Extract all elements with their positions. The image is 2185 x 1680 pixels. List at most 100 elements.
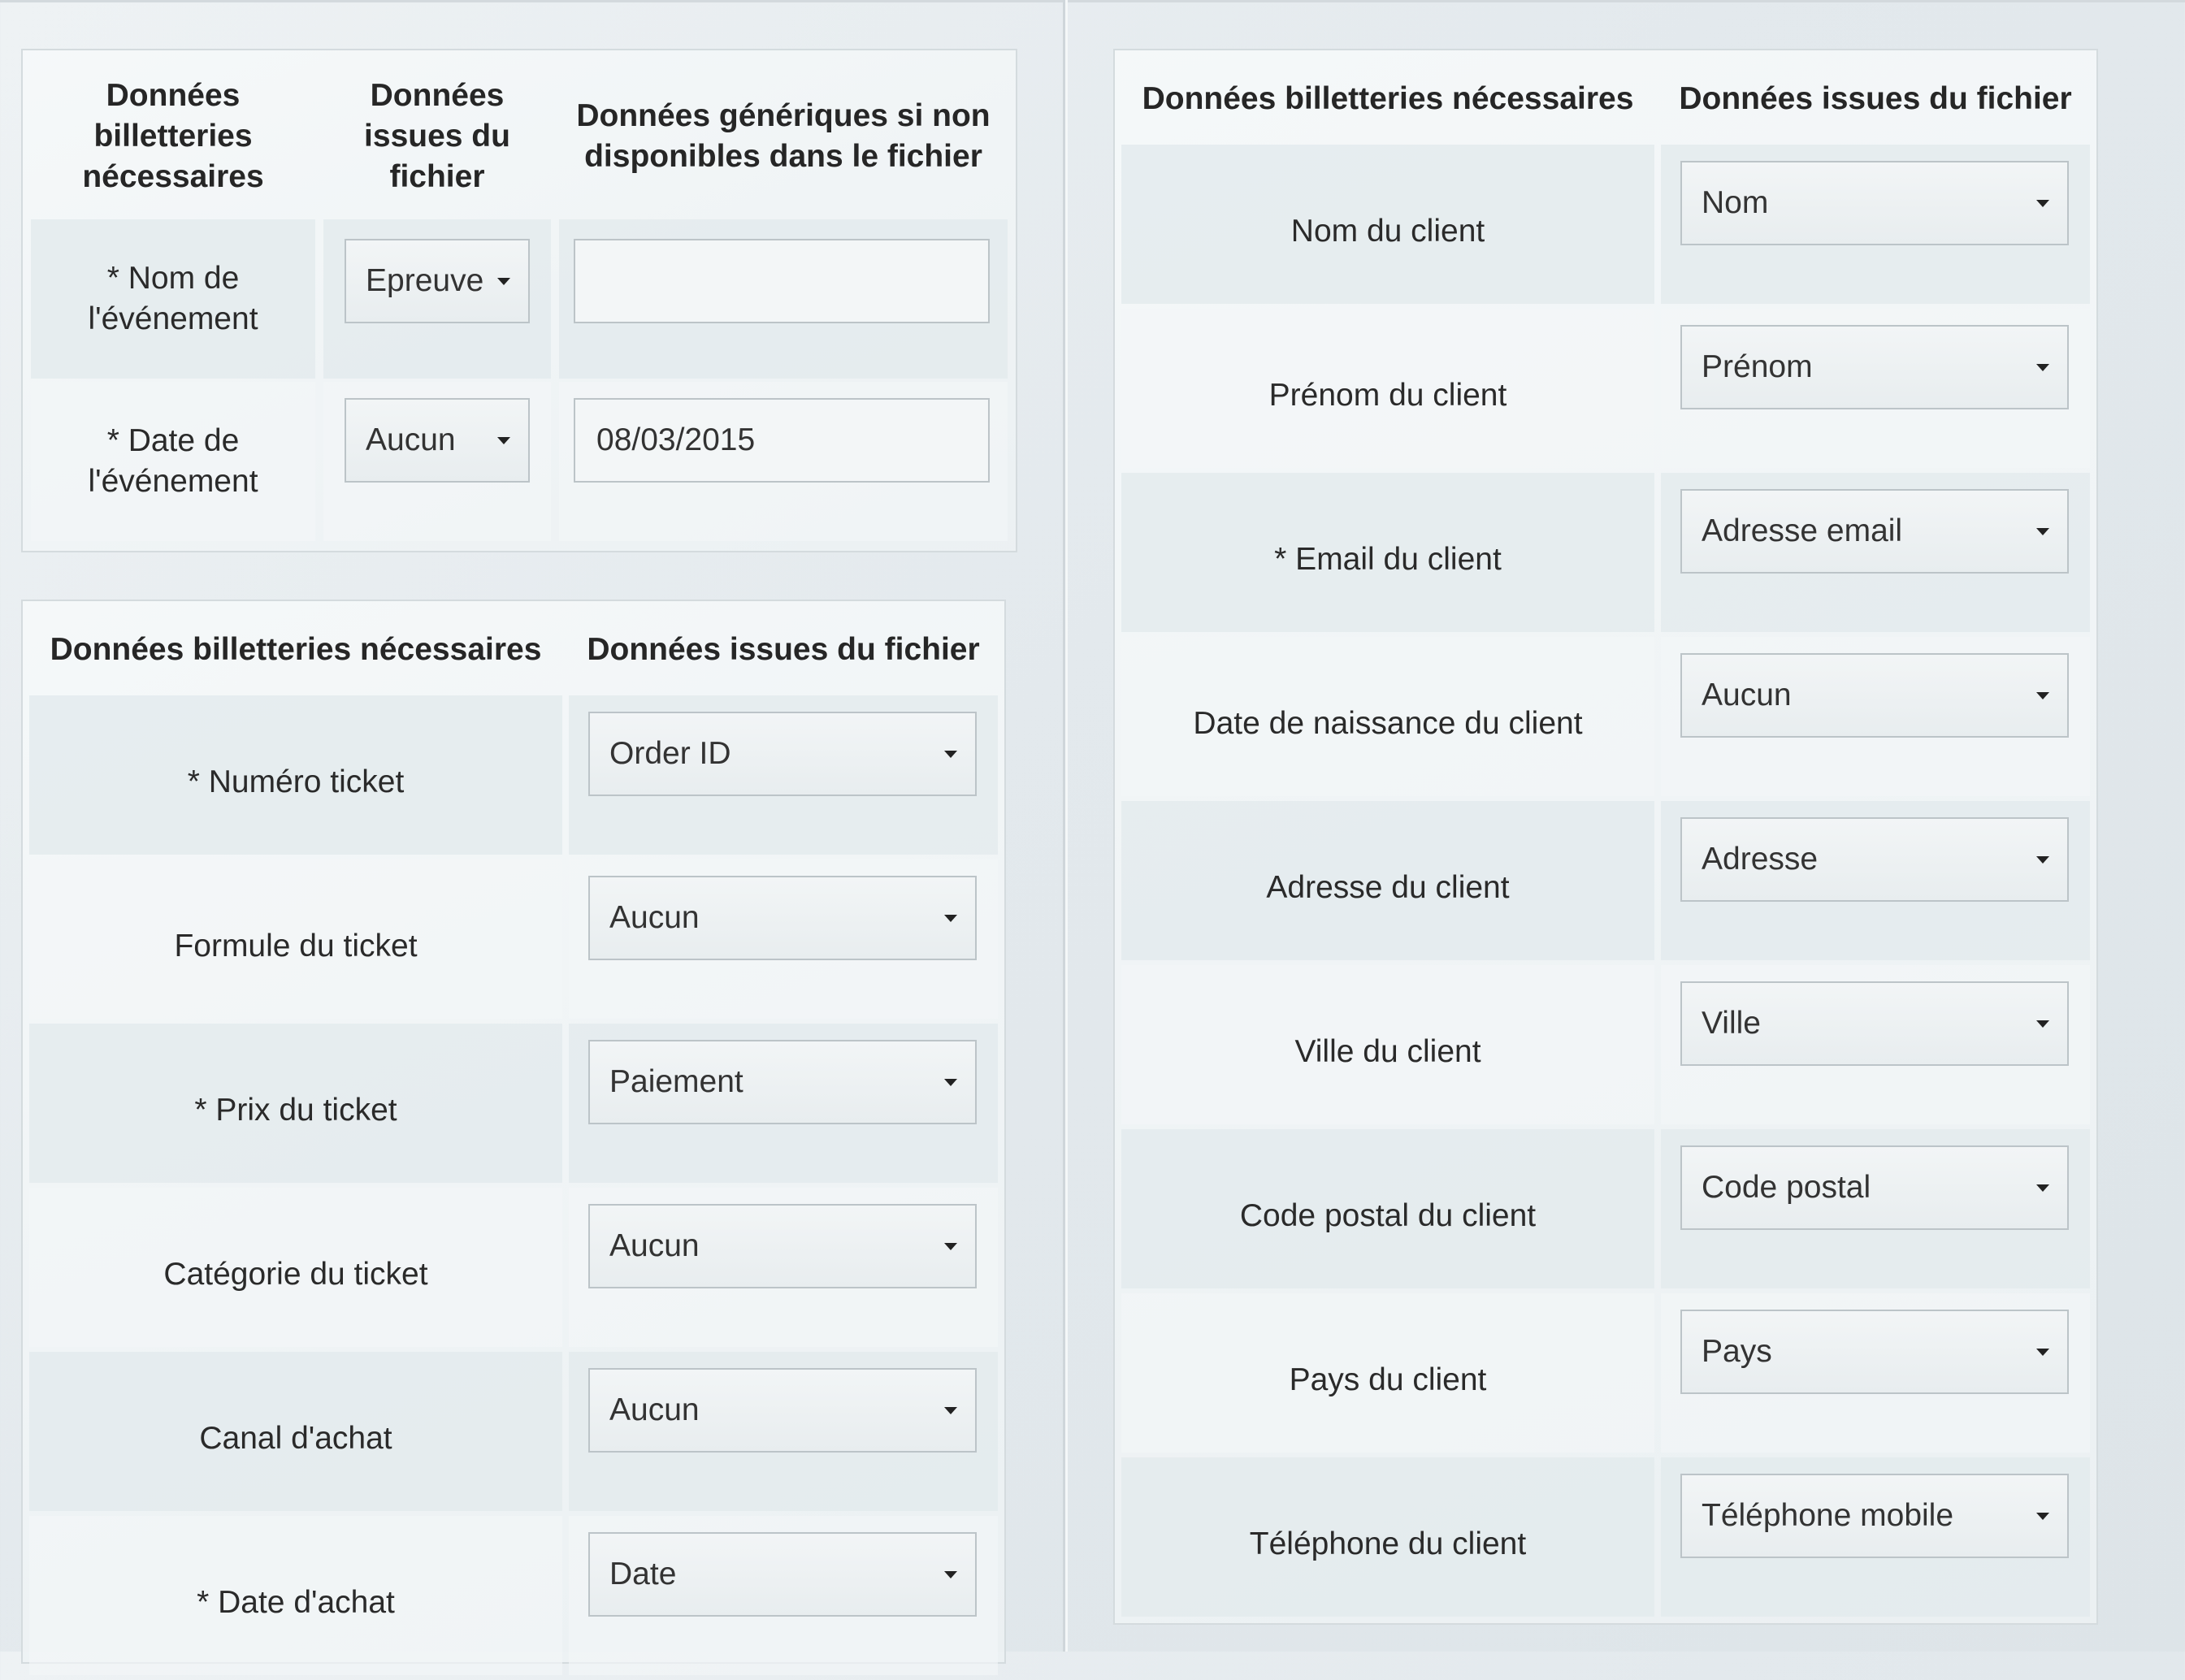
select-value: Epreuve (366, 263, 484, 298)
client-field-select-4[interactable]: Adresse (1680, 817, 2069, 902)
caret-down-icon (2036, 199, 2049, 207)
table-row: * Prix du ticket Paiement (29, 1024, 998, 1183)
row-label: Téléphone du client (1249, 1526, 1527, 1561)
row-label: * Numéro ticket (187, 764, 405, 799)
header-required-data: Données billetteries nécessaires (50, 632, 542, 667)
event-name-select[interactable]: Epreuve (345, 239, 530, 323)
caret-down-icon (944, 750, 957, 758)
row-label: * Email du client (1274, 542, 1502, 577)
row-label: Formule du ticket (174, 929, 418, 963)
row-label: Ville du client (1294, 1034, 1481, 1069)
ticket-field-select-3[interactable]: Aucun (588, 1204, 977, 1288)
event-mapping-panel: Données billetteries nécessaires Données… (21, 49, 1017, 552)
table-row: Catégorie du ticket Aucun (29, 1188, 998, 1347)
client-field-select-0[interactable]: Nom (1680, 161, 2069, 245)
caret-down-icon (944, 1242, 957, 1250)
table-row: Nom du client Nom (1121, 145, 2090, 304)
caret-down-icon (944, 1078, 957, 1086)
select-value: Aucun (366, 422, 456, 457)
caret-down-icon (944, 1406, 957, 1414)
select-value: Adresse (1702, 842, 1819, 877)
event-date-generic-input[interactable]: 08/03/2015 (574, 398, 990, 483)
row-label: Nom du client (1290, 214, 1485, 249)
table-row: * Email du client Adresse email (1121, 473, 2090, 632)
select-value: Aucun (609, 1228, 700, 1263)
select-value: Téléphone mobile (1702, 1498, 1954, 1533)
table-row: * Date de l'événement Aucun 08/03/2015 (31, 382, 1008, 541)
top-border (0, 0, 2185, 2)
caret-down-icon (2036, 1348, 2049, 1356)
row-label: Date de naissance du client (1193, 706, 1583, 741)
table-row: * Numéro ticket Order ID (29, 695, 998, 855)
table-row: Formule du ticket Aucun (29, 859, 998, 1019)
ticket-field-select-4[interactable]: Aucun (588, 1368, 977, 1453)
select-value: Ville (1702, 1006, 1761, 1041)
select-value: Code postal (1702, 1170, 1871, 1205)
caret-down-icon (497, 277, 510, 285)
row-label: * Prix du ticket (194, 1093, 397, 1128)
table-row: Ville du client Ville (1121, 965, 2090, 1124)
table-row: Code postal du client Code postal (1121, 1129, 2090, 1288)
row-label: * Date de l'événement (88, 423, 258, 499)
column-divider-highlight (1065, 0, 1068, 1652)
row-label: * Nom de l'événement (88, 261, 258, 336)
event-mapping-table: Données billetteries nécessaires Données… (23, 50, 1016, 544)
select-value: Aucun (609, 1392, 700, 1427)
caret-down-icon (2036, 363, 2049, 371)
select-value: Prénom (1702, 349, 1813, 384)
header-generic-data: Données génériques si non disponibles da… (576, 98, 991, 174)
row-label: Canal d'achat (199, 1421, 392, 1456)
caret-down-icon (2036, 691, 2049, 699)
client-field-select-1[interactable]: Prénom (1680, 325, 2069, 409)
ticket-field-select-0[interactable]: Order ID (588, 712, 977, 796)
table-row: Pays du client Pays (1121, 1293, 2090, 1453)
table-row: Adresse du client Adresse (1121, 801, 2090, 960)
select-value: Nom (1702, 185, 1769, 220)
caret-down-icon (2036, 527, 2049, 535)
client-field-select-8[interactable]: Téléphone mobile (1680, 1474, 2069, 1558)
client-mapping-panel: Données billetteries nécessaires Données… (1113, 49, 2098, 1625)
select-value: Order ID (609, 736, 731, 771)
ticket-field-select-1[interactable]: Aucun (588, 876, 977, 960)
event-name-generic-input[interactable] (574, 239, 990, 323)
header-file-data: Données issues du fichier (364, 78, 510, 194)
header-file-data: Données issues du fichier (1679, 81, 2072, 116)
table-row: Canal d'achat Aucun (29, 1352, 998, 1511)
ticket-field-select-2[interactable]: Paiement (588, 1040, 977, 1124)
ticket-mapping-table: Données billetteries nécessaires Données… (23, 601, 1004, 1680)
row-label: Adresse du client (1266, 870, 1510, 905)
header-file-data: Données issues du fichier (587, 632, 980, 667)
select-value: Aucun (1702, 678, 1792, 712)
caret-down-icon (2036, 1184, 2049, 1192)
client-field-select-3[interactable]: Aucun (1680, 653, 2069, 738)
caret-down-icon (944, 914, 957, 922)
table-row: Date de naissance du client Aucun (1121, 637, 2090, 796)
event-date-select[interactable]: Aucun (345, 398, 530, 483)
select-value: Pays (1702, 1334, 1772, 1369)
client-field-select-7[interactable]: Pays (1680, 1310, 2069, 1394)
row-label: Pays du client (1289, 1362, 1487, 1397)
caret-down-icon (2036, 1020, 2049, 1028)
select-value: Aucun (609, 900, 700, 935)
client-field-select-6[interactable]: Code postal (1680, 1145, 2069, 1230)
header-required-data: Données billetteries nécessaires (1142, 81, 1634, 116)
ticket-field-select-5[interactable]: Date (588, 1532, 977, 1617)
caret-down-icon (2036, 1512, 2049, 1520)
select-value: Paiement (609, 1064, 744, 1099)
client-field-select-5[interactable]: Ville (1680, 981, 2069, 1066)
select-value: Date (609, 1557, 677, 1591)
table-row: * Nom de l'événement Epreuve (31, 219, 1008, 379)
row-label: Code postal du client (1239, 1198, 1537, 1233)
table-row: Téléphone du client Téléphone mobile (1121, 1457, 2090, 1617)
table-row: Prénom du client Prénom (1121, 309, 2090, 468)
ticket-mapping-panel: Données billetteries nécessaires Données… (21, 600, 1006, 1675)
caret-down-icon (944, 1570, 957, 1578)
caret-down-icon (497, 436, 510, 444)
client-mapping-table: Données billetteries nécessaires Données… (1115, 50, 2096, 1622)
caret-down-icon (2036, 855, 2049, 864)
client-field-select-2[interactable]: Adresse email (1680, 489, 2069, 574)
header-required-data: Données billetteries nécessaires (82, 78, 264, 194)
row-label: Catégorie du ticket (163, 1257, 428, 1292)
row-label: Prénom du client (1268, 378, 1507, 413)
select-value: Adresse email (1702, 513, 1903, 548)
